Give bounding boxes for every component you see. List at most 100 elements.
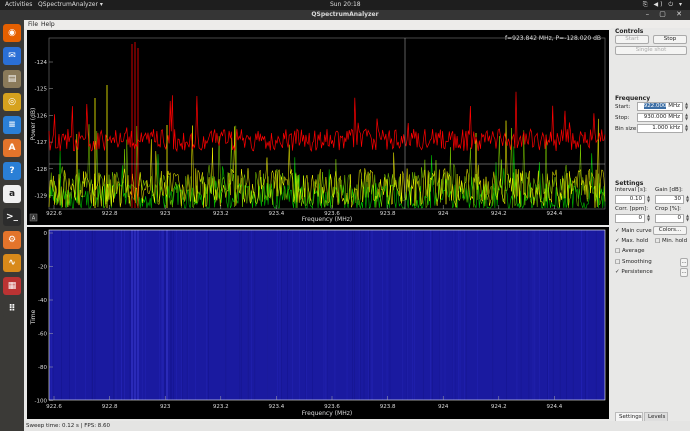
- control-sidebar: [611, 28, 690, 421]
- clock[interactable]: Sun 20:18: [330, 1, 361, 8]
- spectrum-plot-svg[interactable]: -124-125-126-127-128-129 922.6 922.8 923 92…: [27, 30, 609, 225]
- start-freq-label: Start:: [615, 104, 631, 110]
- waterfall-x-tick-label: 924: [438, 404, 449, 410]
- terminal-icon[interactable]: >_: [3, 208, 21, 226]
- window-title-bar: QSpectrumAnalyzer – ▢ ✕: [0, 10, 690, 20]
- software-center-icon[interactable]: A: [3, 139, 21, 157]
- start-frequency-input[interactable]: 922.000 MHz: [637, 102, 683, 111]
- start-frequency-value: 922.000: [643, 103, 667, 109]
- start-frequency-spinner[interactable]: ▲ ▼: [684, 102, 689, 111]
- smoothing-settings-button[interactable]: ...: [680, 258, 688, 267]
- spectrum-x-tick-label: 922.6: [46, 211, 62, 217]
- waterfall-ylabel: Time: [30, 309, 37, 325]
- correction-input[interactable]: 0: [615, 214, 645, 223]
- crop-input[interactable]: 0: [655, 214, 684, 223]
- waterfall-x-tick-label: 923: [160, 404, 171, 410]
- rhythmbox-icon[interactable]: ◎: [3, 93, 21, 111]
- waterfall-x-tick-label: 922.8: [102, 404, 118, 410]
- bin-size-input[interactable]: 1.000 kHz: [637, 124, 683, 133]
- spectrum-x-tick-label: 923.4: [269, 211, 285, 217]
- main-curve-check-mark: ✓: [615, 228, 620, 234]
- start-frequency-unit: MHz: [668, 103, 680, 109]
- waterfall-x-tick-label: 924.4: [547, 404, 563, 410]
- correction-spinner[interactable]: ▲ ▼: [646, 214, 651, 223]
- interval-spinner[interactable]: ▲ ▼: [646, 195, 651, 204]
- waterfall-x-tick-label: 922.6: [46, 404, 62, 410]
- persistence-checkbox[interactable]: ✓ Persistence: [615, 269, 653, 275]
- stop-freq-label: Stop:: [615, 115, 630, 121]
- gain-input[interactable]: 30: [655, 195, 684, 204]
- min-hold-label: Min. hold: [661, 238, 688, 244]
- main-curve-label: Main curve: [621, 228, 652, 234]
- waterfall-x-tick-label: 923.2: [213, 404, 229, 410]
- stop-frequency-input[interactable]: 930.000 MHz: [637, 113, 683, 122]
- help-icon[interactable]: ?: [3, 162, 21, 180]
- thunderbird-icon[interactable]: ✉: [3, 47, 21, 65]
- main-curve-checkbox[interactable]: ✓ Main curve: [615, 228, 652, 234]
- waveform-icon[interactable]: ∿: [3, 254, 21, 272]
- cursor-readout: f=923.842 MHz, P=-128.020 dB: [505, 35, 601, 42]
- waterfall-y-tick-label: 0: [44, 231, 48, 237]
- start-button[interactable]: Start: [615, 35, 649, 44]
- window-title: QSpectrumAnalyzer: [311, 11, 379, 18]
- stop-frequency-spinner[interactable]: ▲ ▼: [684, 113, 689, 122]
- single-shot-button[interactable]: Single shot: [615, 46, 687, 55]
- writer-icon[interactable]: ≡: [3, 116, 21, 134]
- crop-label: Crop [%]:: [655, 206, 681, 212]
- crop-spinner[interactable]: ▲ ▼: [685, 214, 690, 223]
- spectrum-x-tick-label: 923.2: [213, 211, 229, 217]
- frequency-group-title: Frequency: [615, 95, 651, 102]
- waterfall-y-tick-label: -40: [38, 298, 47, 304]
- spectrum-xlabel: Frequency (MHz): [302, 216, 352, 223]
- spectrum-plot[interactable]: -124 -125 -126 -127 -128 -129 922.6 922.8 923 92…: [27, 30, 609, 225]
- app-menu-button[interactable]: QSpectrumAnalyzer ▾: [38, 1, 103, 8]
- spectrum-y-tick-label: -128: [35, 167, 48, 173]
- waterfall-y-tick-label: -60: [38, 332, 47, 338]
- waterfall-xlabel: Frequency (MHz): [302, 410, 352, 417]
- amazon-icon[interactable]: a: [3, 185, 21, 203]
- menu-bar: File Help: [24, 20, 690, 29]
- window-controls[interactable]: – ▢ ✕: [646, 10, 686, 18]
- status-bar: Sweep time: 0.12 s | FPS: 8.60: [24, 421, 690, 431]
- max-hold-check-mark: ✓: [615, 238, 620, 244]
- firefox-icon[interactable]: ◉: [3, 24, 21, 42]
- spectrum-x-tick-label: 924: [438, 211, 449, 217]
- smoothing-checkbox[interactable]: □ Smoothing: [615, 259, 652, 265]
- spectrum-x-tick-label: 924.4: [547, 211, 563, 217]
- tab-levels[interactable]: Levels: [644, 412, 668, 421]
- colors-button[interactable]: Colors...: [653, 226, 687, 235]
- stop-button[interactable]: Stop: [653, 35, 687, 44]
- controls-group-title: Controls: [615, 28, 644, 35]
- correction-label: Corr. [ppm]:: [615, 206, 649, 212]
- waterfall-plot[interactable]: 0 -20 -40 -60 -80 -100 922.6 922.8 923 923.2 923.…: [27, 227, 609, 419]
- spectrum-y-tick-label: -129: [35, 194, 48, 200]
- average-checkbox[interactable]: □ Average: [615, 248, 645, 254]
- gain-spinner[interactable]: ▲ ▼: [685, 195, 690, 204]
- waterfall-x-tick-label: 924.2: [491, 404, 507, 410]
- menu-help[interactable]: Help: [41, 21, 55, 28]
- max-hold-checkbox[interactable]: ✓ Max. hold: [615, 238, 648, 244]
- tab-settings[interactable]: Settings: [615, 412, 643, 421]
- min-hold-checkbox[interactable]: □ Min. hold: [655, 238, 687, 244]
- spectrum-x-tick-label: 923: [160, 211, 171, 217]
- system-top-bar: Activities QSpectrumAnalyzer ▾ Sun 20:18…: [0, 0, 690, 10]
- app-grid-icon[interactable]: ⠿: [3, 300, 21, 318]
- activities-button[interactable]: Activities: [5, 1, 32, 8]
- qspectrumanalyzer-icon[interactable]: ▦: [3, 277, 21, 295]
- persistence-label: Persistence: [621, 269, 653, 275]
- menu-file[interactable]: File: [28, 21, 38, 28]
- system-status-icons[interactable]: ⎘ ◀) ⏻ ▾: [643, 1, 684, 9]
- waterfall-plot-svg[interactable]: 0-20-40-60-80-100 922.6 922.8 923 923.2 923.…: [27, 227, 609, 419]
- spectrum-y-tick-label: -124: [35, 60, 48, 66]
- persistence-settings-button[interactable]: ...: [680, 268, 688, 277]
- launcher-dock: ◉ ✉ ▤ ◎ ≡ A? a >_ ⚙ ∿ ▦ ⠿: [0, 20, 24, 431]
- auto-range-label: A: [32, 216, 36, 222]
- waterfall-x-tick-label: 923.4: [269, 404, 285, 410]
- spectrum-x-tick-label: 922.8: [102, 211, 118, 217]
- bin-size-spinner[interactable]: ▲ ▼: [684, 124, 689, 133]
- spectrum-x-tick-label: 924.2: [491, 211, 507, 217]
- files-icon[interactable]: ▤: [3, 70, 21, 88]
- gnuradio-icon[interactable]: ⚙: [3, 231, 21, 249]
- interval-input[interactable]: 0.10: [615, 195, 645, 204]
- smoothing-label: Smoothing: [621, 259, 652, 265]
